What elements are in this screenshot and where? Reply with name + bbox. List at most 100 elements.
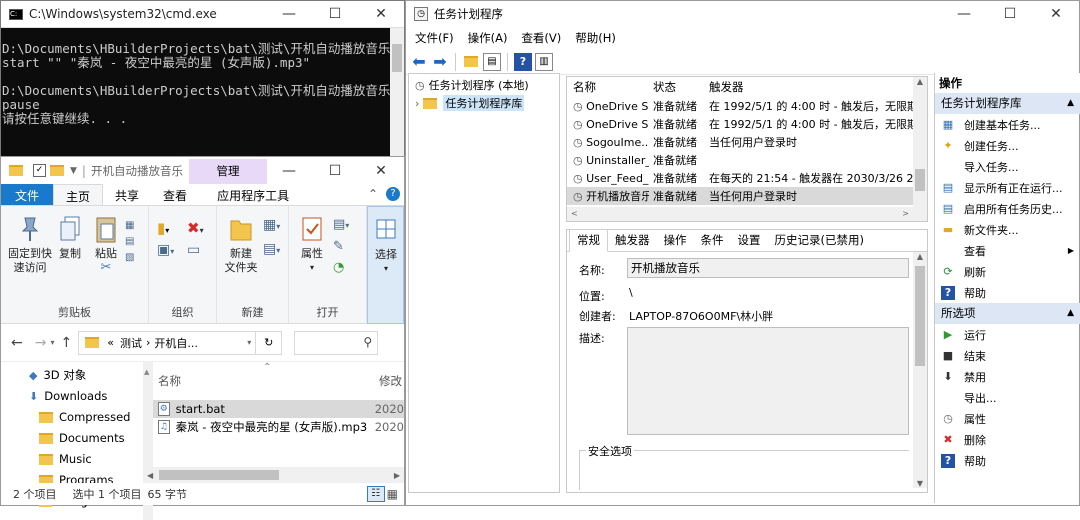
task-row[interactable]: ◷ 开机播放音乐 准备就绪 当任何用户登录时 <box>567 187 913 205</box>
forward-icon[interactable]: → <box>35 335 47 351</box>
column-name[interactable]: 名称 <box>567 79 649 95</box>
task-row[interactable]: ◷ OneDrive S... 准备就绪在 1992/5/1 的 4:00 时 -… <box>567 97 913 115</box>
action-item[interactable]: ◷ 属性 <box>935 408 1080 429</box>
column-modified[interactable]: 修改 <box>379 373 402 389</box>
tab-conditions[interactable]: 条件 <box>694 230 731 251</box>
close-button[interactable]: ✕ <box>358 1 404 27</box>
properties-button[interactable]: 属性 ▾ <box>295 214 329 275</box>
delete-button[interactable]: ✖▾ <box>187 216 204 243</box>
action-item[interactable]: 查看 ▶ <box>935 240 1080 261</box>
section-selected[interactable]: 所选项 ▲ <box>935 303 1080 324</box>
new-folder-button[interactable]: 新建 文件夹 <box>221 214 261 275</box>
file-row[interactable]: ⚙ start.bat 2020 <box>153 400 404 418</box>
nav-item[interactable]: ⬇ Downloads <box>29 386 143 407</box>
file-row[interactable]: ♫ 秦岚 - 夜空中最亮的星 (女声版).mp3 2020 <box>153 418 404 436</box>
nav-item[interactable]: Documents <box>29 428 143 449</box>
forward-icon[interactable]: ➡ <box>431 52 449 71</box>
column-name[interactable]: 名称 <box>153 373 379 389</box>
explorer-titlebar[interactable]: ✓ ▼ | 开机自动播放音乐 管理 — ☐ ✕ <box>1 157 404 184</box>
recent-dropdown-icon[interactable]: ▾ <box>50 338 54 347</box>
action-item[interactable]: ? 帮助 <box>935 450 1080 471</box>
scrollbar-thumb[interactable] <box>915 266 925 366</box>
nav-item[interactable]: Music <box>29 449 143 470</box>
tab-home[interactable]: 主页 <box>53 184 104 205</box>
close-button[interactable]: ✕ <box>358 157 404 184</box>
new-folder-qa-icon[interactable] <box>50 165 64 176</box>
address-dropdown-icon[interactable]: ▾ <box>247 338 251 347</box>
properties-icon[interactable]: ✓ <box>33 164 46 177</box>
tab-view[interactable]: 查看 <box>151 184 199 205</box>
action-item[interactable]: ▦ 创建基本任务... <box>935 114 1080 135</box>
rename-button[interactable]: ▭ <box>187 242 200 258</box>
collapse-icon[interactable]: ▲ <box>1067 93 1074 114</box>
breadcrumb-current[interactable]: 开机自... <box>154 335 198 351</box>
open-edit-history-buttons[interactable]: ▤▾ ✎ ◔ <box>333 214 349 278</box>
nav-item[interactable]: ◆ 3D 对象 <box>29 365 143 386</box>
ribbon-collapse-icon[interactable]: ⌃ <box>368 187 378 201</box>
action-item[interactable]: ⬇ 禁用 <box>935 366 1080 387</box>
name-field[interactable]: 开机播放音乐 <box>627 258 909 278</box>
address-bar[interactable]: « 测试 › 开机自... ▾ ↻ <box>78 330 283 355</box>
up-folder-icon[interactable] <box>462 53 480 71</box>
maximize-button[interactable]: ☐ <box>312 157 358 184</box>
action-item[interactable]: ▤ 启用所有任务历史... <box>935 198 1080 219</box>
menu-help[interactable]: 帮助(H) <box>568 30 623 46</box>
up-icon[interactable]: ↑ <box>60 335 72 351</box>
task-list-scrollbar[interactable]: ▲ <box>913 77 927 221</box>
large-icons-view-icon[interactable]: ▦ <box>387 487 398 501</box>
show-hide-tree-icon[interactable]: ▤ <box>483 52 501 71</box>
action-item[interactable]: 导入任务... <box>935 156 1080 177</box>
tree-root[interactable]: ◷ 任务计划程序 (本地) <box>409 76 559 94</box>
cmd-scrollbar[interactable] <box>390 28 404 158</box>
action-item[interactable]: ✦ 创建任务... <box>935 135 1080 156</box>
menu-file[interactable]: 文件(F) <box>408 30 461 46</box>
scrollbar-thumb[interactable] <box>915 169 925 191</box>
paste-button[interactable]: 粘贴 ✂ <box>89 214 123 275</box>
show-action-pane-icon[interactable]: ▥ <box>535 52 553 71</box>
maximize-button[interactable]: ☐ <box>987 1 1033 27</box>
expand-icon[interactable]: › <box>415 97 419 110</box>
column-status[interactable]: 状态 <box>649 79 705 95</box>
detail-scrollbar[interactable]: ▲ ▼ <box>913 252 927 488</box>
new-item-buttons[interactable]: ▦▾ ▤▾ <box>263 214 280 262</box>
tree-library[interactable]: › 任务计划程序库 <box>409 94 559 112</box>
scrollbar-thumb[interactable] <box>392 44 402 72</box>
action-item[interactable]: ■ 结束 <box>935 345 1080 366</box>
section-library[interactable]: 任务计划程序库 ▲ <box>935 93 1080 114</box>
task-row[interactable]: ◷ Uninstaller_... 准备就绪 <box>567 151 913 169</box>
clipboard-small-icons[interactable]: ▦ ▤ ▧ <box>125 218 134 266</box>
action-item[interactable]: 导出... <box>935 387 1080 408</box>
close-button[interactable]: ✕ <box>1033 1 1079 27</box>
back-icon[interactable]: ⬅ <box>410 52 428 71</box>
task-list-hscrollbar[interactable]: < > <box>567 207 913 221</box>
tab-manage[interactable]: 管理 <box>189 159 267 184</box>
ts-titlebar[interactable]: ◷ 任务计划程序 — ☐ ✕ <box>406 1 1079 27</box>
dropdown-icon[interactable]: ▼ <box>70 166 77 176</box>
back-icon[interactable]: ← <box>11 335 23 351</box>
column-trigger[interactable]: 触发器 <box>705 79 927 95</box>
action-item[interactable]: ⟳ 刷新 <box>935 261 1080 282</box>
minimize-button[interactable]: — <box>941 1 987 27</box>
task-row[interactable]: ◷ User_Feed_... 准备就绪在每天的 21:54 - 触发器在 203… <box>567 169 913 187</box>
h-scrollbar[interactable]: ◀ ▶ <box>143 467 404 483</box>
action-item[interactable]: ▬ 新文件夹... <box>935 219 1080 240</box>
menu-view[interactable]: 查看(V) <box>514 30 568 46</box>
cmd-titlebar[interactable]: C: C:\Windows\system32\cmd.exe — ☐ ✕ <box>1 1 404 28</box>
copy-to-button[interactable]: ▣▾ <box>157 242 174 258</box>
tab-file[interactable]: 文件 <box>1 184 54 205</box>
help-icon[interactable]: ? <box>386 187 400 201</box>
menu-action[interactable]: 操作(A) <box>461 30 515 46</box>
search-input[interactable]: ⚲ <box>294 330 379 355</box>
description-field[interactable] <box>627 327 909 435</box>
tab-general[interactable]: 常规 <box>569 229 608 252</box>
move-to-button[interactable]: ▮▾ <box>157 216 169 243</box>
minimize-button[interactable]: — <box>266 1 312 27</box>
task-row[interactable]: ◷ OneDrive S... 准备就绪在 1992/5/1 的 4:00 时 -… <box>567 115 913 133</box>
refresh-icon[interactable]: ↻ <box>255 331 281 354</box>
scrollbar-thumb[interactable] <box>159 470 280 480</box>
maximize-button[interactable]: ☐ <box>312 1 358 27</box>
tab-triggers[interactable]: 触发器 <box>608 230 657 251</box>
select-button[interactable]: 选择 ▾ <box>367 206 404 324</box>
tab-settings[interactable]: 设置 <box>731 230 768 251</box>
collapse-icon[interactable]: ▲ <box>1067 303 1074 324</box>
